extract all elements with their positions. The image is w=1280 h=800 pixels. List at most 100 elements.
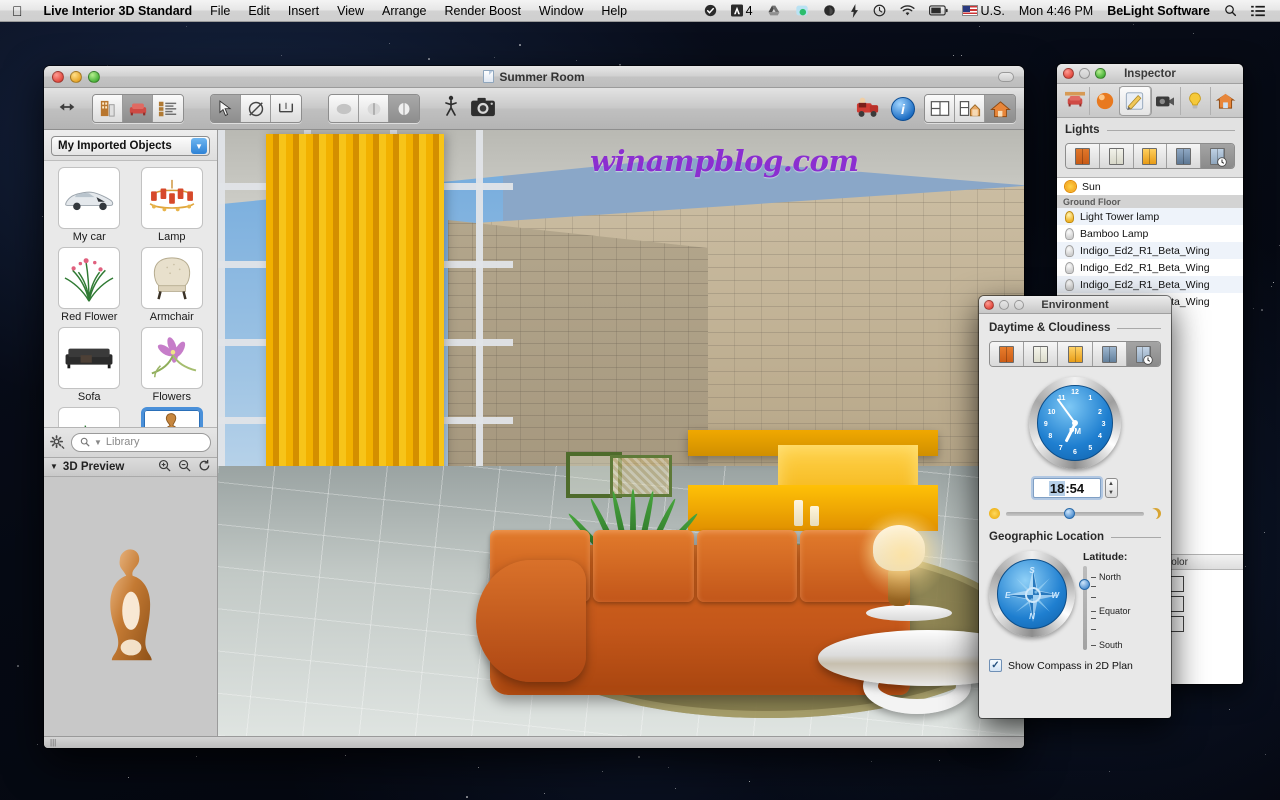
light-list-item-bamboo-lamp[interactable]: Bamboo Lamp [1057,225,1243,242]
object-tile-my-car[interactable]: My car [48,167,131,243]
3d-preview-header[interactable]: ▼ 3D Preview [44,457,217,477]
triangle-down-icon[interactable]: ▼ [50,462,58,471]
rotate-tool-button[interactable] [241,95,271,122]
menu-app-name[interactable]: Live Interior 3D Standard [35,0,202,22]
compass-dial[interactable]: N S E W [989,551,1075,637]
menu-item-help[interactable]: Help [592,0,636,22]
bulb-off-icon[interactable] [1065,279,1074,291]
object-tile-statue[interactable]: Statue [131,407,214,427]
object-tile-lamp[interactable]: Lamp [131,167,214,243]
menu-item-render-boost[interactable]: Render Boost [435,0,529,22]
library-popup-button[interactable]: My Imported Objects ▼ [51,136,210,156]
resize-grip-icon[interactable]: ||| [50,738,56,747]
search-icon[interactable] [1217,0,1244,22]
building-mode-button[interactable] [93,95,123,122]
light-list-item-indigo-2[interactable]: Indigo_Ed2_R1_Beta_Wing [1057,259,1243,276]
info-icon[interactable]: i [891,97,915,121]
daytime-preset-warm[interactable] [1058,342,1092,366]
time-input[interactable]: 18:54 [1033,478,1101,498]
flat-lens-button[interactable] [329,95,359,122]
object-tile-red-flower[interactable]: Red Flower [48,247,131,323]
window-title-bar[interactable]: Summer Room [44,66,1024,88]
droplet-icon[interactable] [816,0,843,22]
stepper-up-icon[interactable]: ▲ [1108,481,1114,487]
object-list-mode-button[interactable] [153,95,183,122]
fisheye-lens-button[interactable] [389,95,419,122]
wide-lens-button[interactable] [359,95,389,122]
zoom-in-icon[interactable] [158,459,171,475]
bulb-off-icon[interactable] [1065,228,1074,240]
lights-preset-day[interactable] [1100,144,1134,168]
select-tool-button[interactable] [211,95,241,122]
light-list-item-indigo-1[interactable]: Indigo_Ed2_R1_Beta_Wing [1057,242,1243,259]
environment-title-bar[interactable]: Environment [979,296,1171,314]
lights-preset-warm[interactable] [1134,144,1168,168]
inspector-tab-light[interactable] [1181,87,1211,115]
analog-clock-wrapper[interactable]: 12 1 2 3 4 5 6 7 8 9 10 11 PM [989,377,1161,469]
analog-clock[interactable]: 12 1 2 3 4 5 6 7 8 9 10 11 PM [1029,377,1121,469]
bulb-on-icon[interactable] [1065,211,1074,223]
menu-item-edit[interactable]: Edit [239,0,279,22]
inspector-title-bar[interactable]: Inspector [1057,64,1243,84]
inspector-tab-site[interactable] [1211,87,1240,115]
3d-viewport[interactable] [218,130,1024,736]
object-tile-bush[interactable]: Bush [48,407,131,427]
stepper-down-icon[interactable]: ▼ [1108,490,1114,496]
wifi-icon[interactable] [893,0,922,22]
adobe-icon[interactable]: 4 [724,0,760,22]
daytime-preset-sunset[interactable] [990,342,1024,366]
object-tile-flowers[interactable]: Flowers [131,327,214,403]
daytime-preset-daylight[interactable] [1024,342,1058,366]
light-list-item-sun[interactable]: Sun [1057,178,1243,195]
time-stepper[interactable]: ▲ ▼ [1105,478,1118,498]
menu-item-view[interactable]: View [328,0,373,22]
time-machine-icon[interactable] [866,0,893,22]
left-right-arrows-icon[interactable] [52,100,82,117]
object-tile-armchair[interactable]: Armchair [131,247,214,323]
chevron-down-icon[interactable]: ▼ [191,138,207,154]
show-compass-checkbox-row[interactable]: ✓ Show Compass in 2D Plan [989,659,1161,672]
inspector-tab-camera[interactable] [1151,87,1181,115]
google-drive-icon[interactable] [760,0,788,22]
battery-icon[interactable] [922,0,955,22]
dropbox-icon[interactable] [788,0,816,22]
light-list-item-indigo-3[interactable]: Indigo_Ed2_R1_Beta_Wing [1057,276,1243,293]
house-3d-view-button[interactable] [985,95,1015,122]
latitude-slider-knob[interactable] [1079,579,1090,590]
render-truck-icon[interactable] [854,95,882,122]
lights-preset-custom-time[interactable] [1201,144,1234,168]
menu-item-insert[interactable]: Insert [279,0,328,22]
list-icon[interactable] [1244,0,1272,22]
object-tile-sofa[interactable]: Sofa [48,327,131,403]
gear-icon[interactable] [50,435,65,450]
measure-tool-button[interactable] [271,95,301,122]
input-source-indicator[interactable]: U.S. [955,0,1012,22]
menu-item-arrange[interactable]: Arrange [373,0,435,22]
plan-view-button[interactable] [925,95,955,122]
bulb-off-icon[interactable] [1065,245,1074,257]
daytime-slider[interactable] [1006,512,1144,516]
inspector-tab-edit[interactable] [1120,87,1150,115]
bulb-off-icon[interactable] [1065,262,1074,274]
menu-bar-clock[interactable]: Mon 4:46 PM [1012,0,1100,22]
inspector-tab-object[interactable] [1060,87,1090,115]
3d-preview-viewport[interactable] [44,477,217,737]
walking-person-icon[interactable] [442,95,460,122]
search-input[interactable]: ▼ Library [71,433,211,452]
time-minutes[interactable]: :54 [1065,481,1084,496]
zoom-out-icon[interactable] [178,459,191,475]
split-view-button[interactable] [955,95,985,122]
flash-icon[interactable] [843,0,866,22]
daytime-preset-cool[interactable] [1093,342,1127,366]
furniture-mode-button[interactable] [123,95,153,122]
camera-icon[interactable] [470,96,496,121]
time-hours-selected[interactable]: 18 [1049,481,1065,496]
show-compass-checkbox[interactable]: ✓ [989,659,1002,672]
menu-item-window[interactable]: Window [530,0,592,22]
lights-preset-evening[interactable] [1066,144,1100,168]
menu-bar-user[interactable]: BeLight Software [1100,0,1217,22]
lights-preset-night[interactable] [1167,144,1201,168]
apple-menu-icon[interactable]:  [0,4,35,18]
checkmark-badge-icon[interactable] [697,0,724,22]
rotate-icon[interactable] [198,459,211,475]
